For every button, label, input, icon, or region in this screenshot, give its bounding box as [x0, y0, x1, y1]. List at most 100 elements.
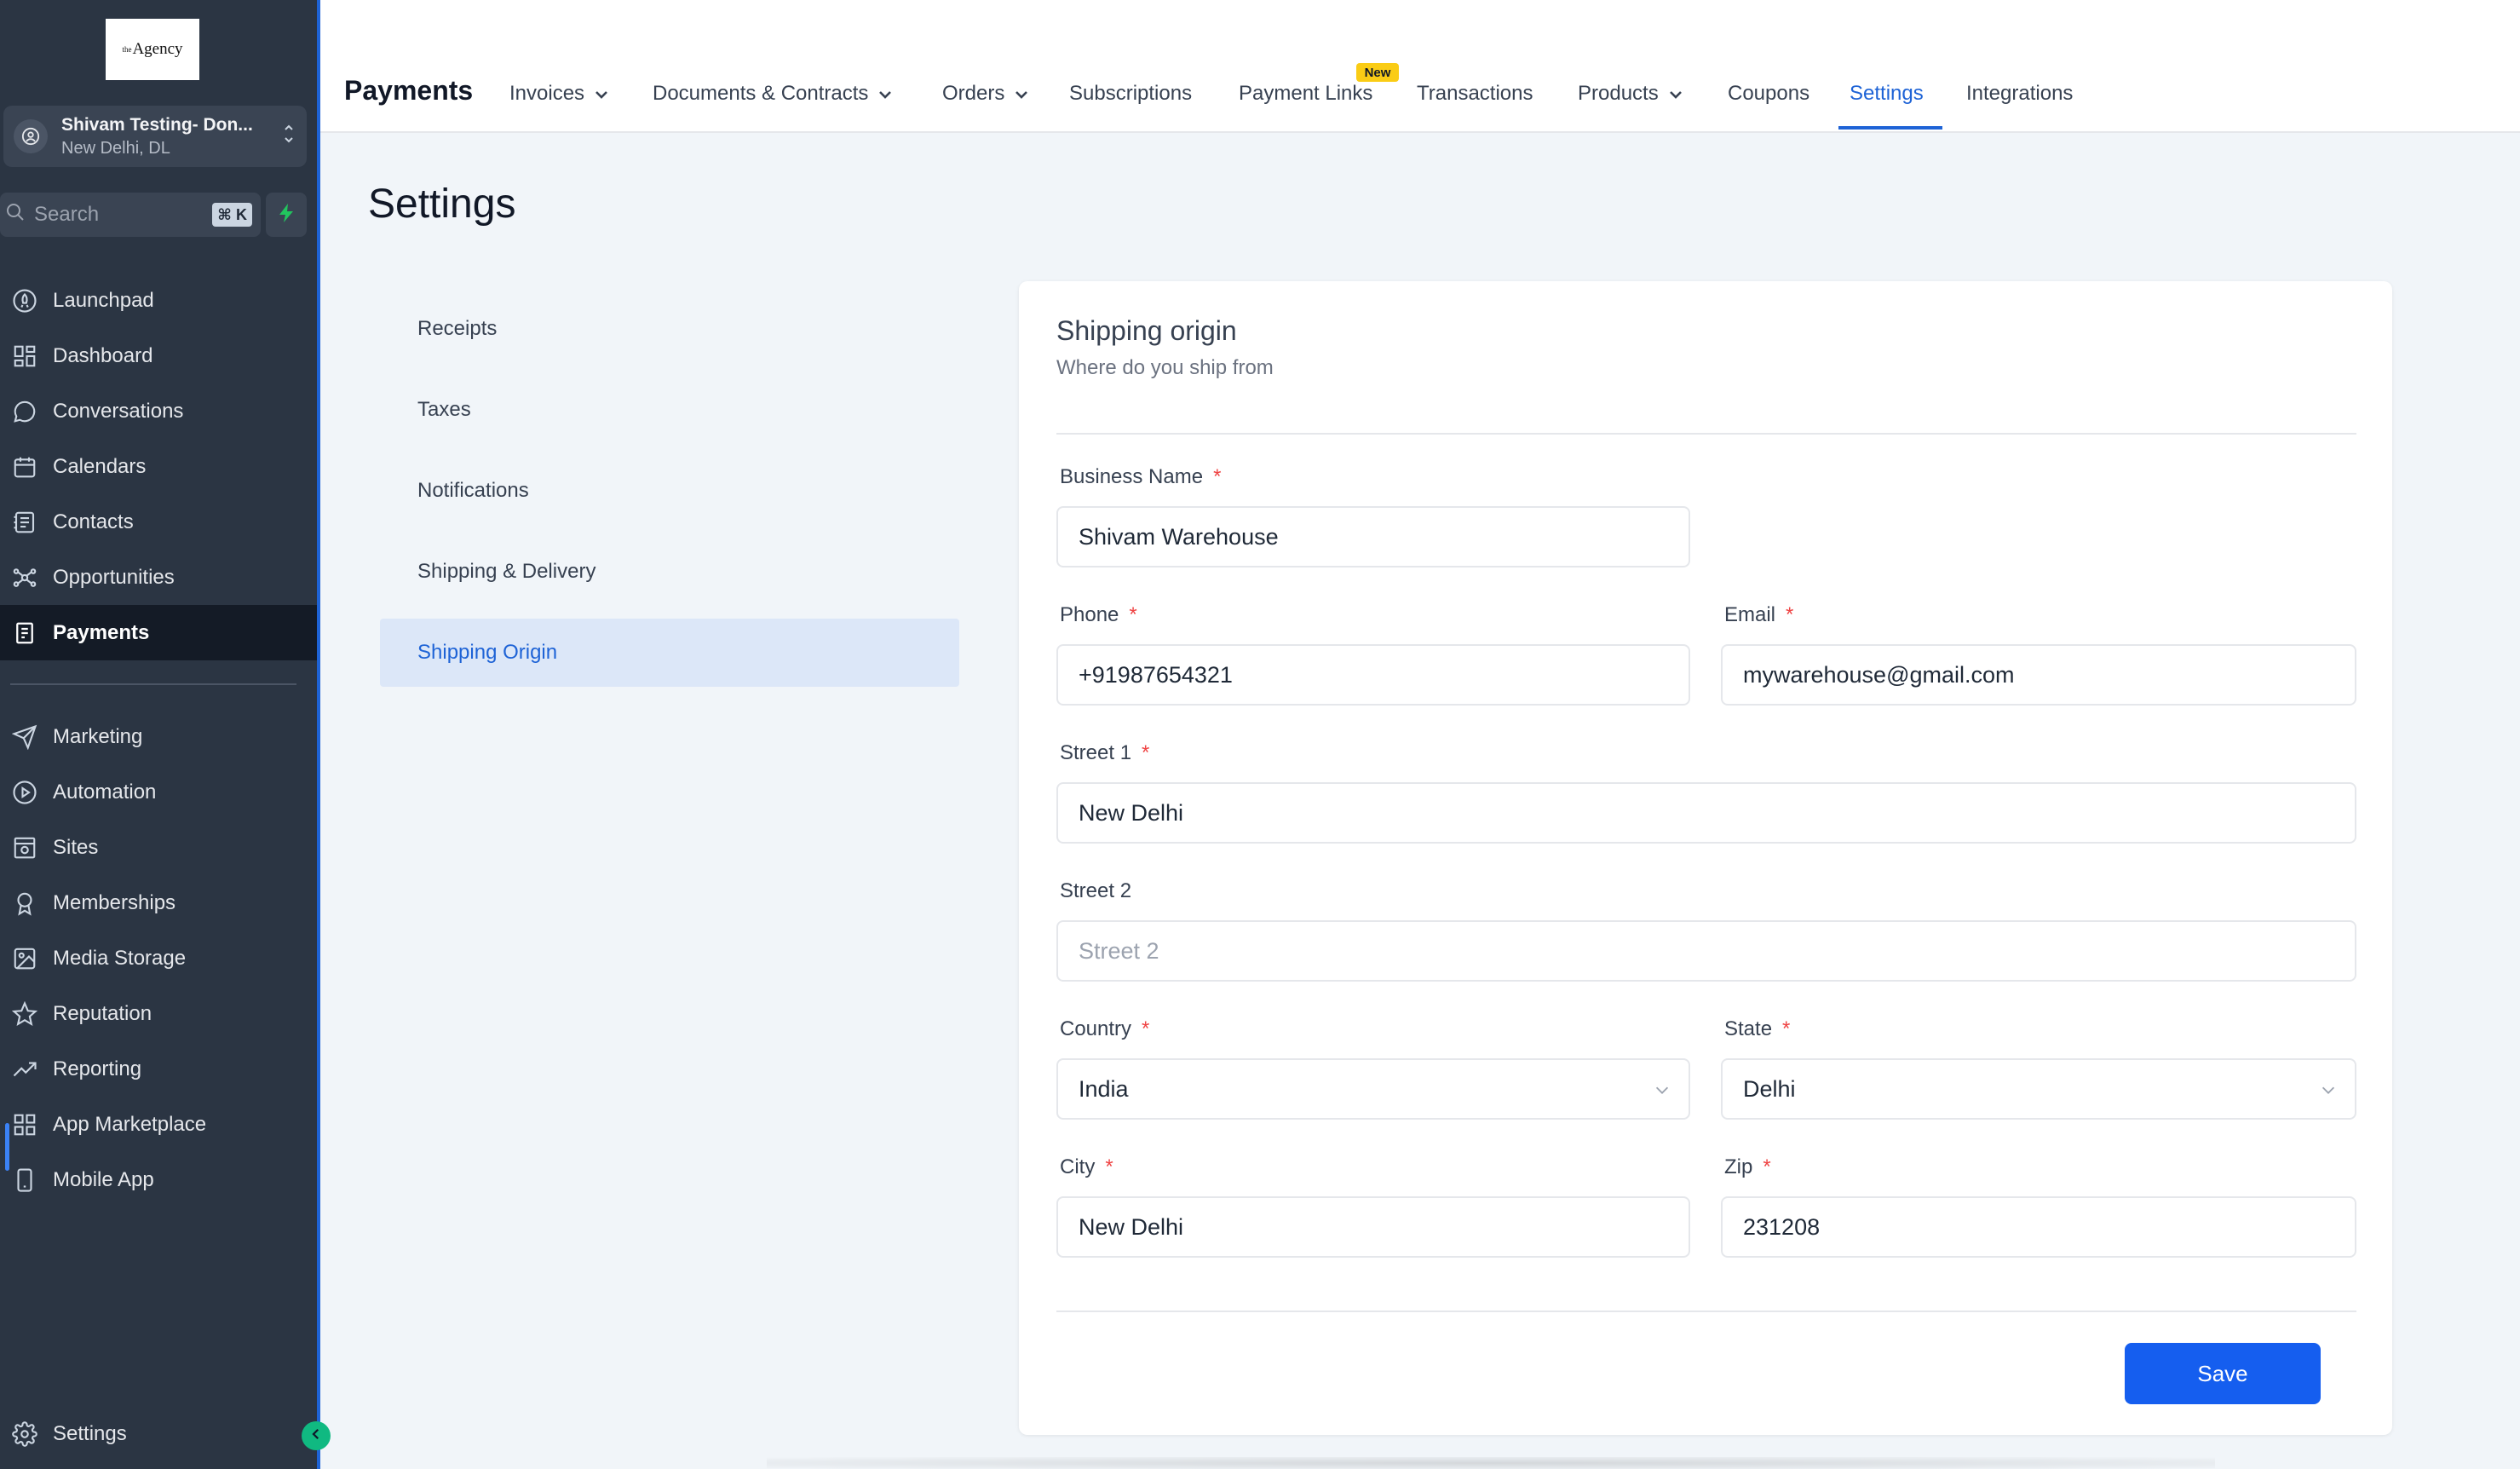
tab-invoices[interactable]: Invoices — [509, 82, 608, 106]
chevron-down-icon — [1653, 1079, 1671, 1105]
trend-icon — [10, 1055, 39, 1084]
sidebar-item-media-storage[interactable]: Media Storage — [0, 930, 317, 986]
country-label: Country * — [1060, 1017, 1149, 1041]
sidebar-item-automation[interactable]: Automation — [0, 764, 317, 820]
tab-transactions[interactable]: Transactions — [1417, 82, 1533, 106]
sidebar-item-settings[interactable]: Settings — [0, 1406, 317, 1461]
sidebar-item-label: Payments — [53, 620, 150, 644]
sidebar-item-calendars[interactable]: Calendars — [0, 439, 317, 494]
module-title: Payments — [344, 75, 474, 106]
settings-nav-taxes[interactable]: Taxes — [380, 376, 959, 444]
required-mark: * — [1142, 741, 1150, 764]
sidebar-item-label: Conversations — [53, 399, 184, 423]
tab-label: Settings — [1850, 82, 1924, 105]
street1-label: Street 1 * — [1060, 741, 1149, 765]
street1-input[interactable]: New Delhi — [1056, 782, 2356, 844]
quick-actions-button[interactable] — [266, 193, 307, 237]
tab-subscriptions[interactable]: Subscriptions — [1069, 82, 1192, 106]
chevron-left-icon — [308, 1426, 324, 1446]
settings-nav-receipts[interactable]: Receipts — [380, 295, 959, 363]
settings-nav-shipping-delivery[interactable]: Shipping & Delivery — [380, 538, 959, 606]
sidebar-item-memberships[interactable]: Memberships — [0, 875, 317, 930]
sidebar-item-marketing[interactable]: Marketing — [0, 709, 317, 764]
top-navigation: Payments Invoices Documents & Contracts … — [320, 0, 2520, 133]
sidebar-item-contacts[interactable]: Contacts — [0, 494, 317, 550]
location-name: Shivam Testing- Don... — [61, 114, 253, 135]
sidebar-item-mobile-app[interactable]: Mobile App — [0, 1152, 317, 1207]
logo-prefix: the — [122, 45, 132, 54]
sidebar-item-opportunities[interactable]: Opportunities — [0, 550, 317, 605]
street2-input[interactable]: Street 2 — [1056, 920, 2356, 982]
zip-label: Zip * — [1724, 1155, 1771, 1179]
settings-nav-notifications[interactable]: Notifications — [380, 457, 959, 525]
collapse-sidebar-button[interactable] — [302, 1421, 331, 1450]
tab-payment-links[interactable]: Payment Links — [1239, 82, 1372, 106]
tab-label: Coupons — [1728, 82, 1810, 105]
sidebar-search[interactable]: Search ⌘ K — [0, 193, 261, 237]
location-switcher[interactable]: Shivam Testing- Don... New Delhi, DL — [3, 106, 307, 167]
state-value: Delhi — [1743, 1075, 1796, 1102]
sidebar-item-reporting[interactable]: Reporting — [0, 1041, 317, 1097]
opportunities-icon — [10, 563, 39, 592]
phone-icon — [10, 1166, 39, 1195]
tab-settings[interactable]: Settings — [1850, 82, 1924, 106]
chevron-down-icon — [2319, 1079, 2338, 1105]
city-input[interactable]: New Delhi — [1056, 1196, 1690, 1258]
label-text: Phone — [1060, 603, 1119, 626]
tab-documents-contracts[interactable]: Documents & Contracts — [653, 82, 892, 106]
gear-icon — [10, 1420, 39, 1449]
tab-label: Invoices — [509, 82, 585, 105]
sidebar-item-app-marketplace[interactable]: App Marketplace — [0, 1097, 317, 1152]
logo-text: Agency — [132, 40, 183, 58]
badge-icon — [10, 889, 39, 918]
phone-input[interactable]: +91987654321 — [1056, 644, 1690, 706]
email-input[interactable]: mywarehouse@gmail.com — [1721, 644, 2356, 706]
save-button[interactable]: Save — [2125, 1343, 2321, 1404]
sidebar-item-reputation[interactable]: Reputation — [0, 986, 317, 1041]
scroll-shadow — [767, 1457, 2215, 1469]
sidebar-nav-primary: Launchpad Dashboard Conversations Calend… — [0, 273, 317, 660]
country-select[interactable]: India — [1056, 1058, 1690, 1120]
sidebar-item-label: Opportunities — [53, 565, 175, 589]
location-user-icon — [14, 119, 48, 153]
image-icon — [10, 944, 39, 973]
sidebar-item-launchpad[interactable]: Launchpad — [0, 273, 317, 328]
tab-products[interactable]: Products — [1578, 82, 1683, 106]
sidebar-item-dashboard[interactable]: Dashboard — [0, 328, 317, 383]
tab-label: Transactions — [1417, 82, 1533, 105]
label-text: Street 1 — [1060, 741, 1132, 764]
settings-nav-shipping-origin[interactable]: Shipping Origin — [380, 619, 959, 687]
tab-label: Orders — [942, 82, 1005, 105]
state-select[interactable]: Delhi — [1721, 1058, 2356, 1120]
active-tab-indicator — [1838, 126, 1942, 130]
sidebar-item-label: Reputation — [53, 1001, 152, 1025]
new-badge: New — [1356, 63, 1399, 82]
sidebar-item-payments[interactable]: Payments — [0, 605, 317, 660]
zip-input[interactable]: 231208 — [1721, 1196, 2356, 1258]
business-name-input[interactable]: Shivam Warehouse — [1056, 506, 1690, 567]
sidebar-scroll-indicator — [5, 1123, 9, 1171]
tab-coupons[interactable]: Coupons — [1728, 82, 1809, 106]
contacts-icon — [10, 508, 39, 537]
card-subtitle: Where do you ship from — [1056, 356, 1274, 379]
sidebar-item-label: Settings — [53, 1421, 127, 1445]
tab-orders[interactable]: Orders — [942, 82, 1028, 106]
agency-logo[interactable]: the Agency — [106, 19, 199, 80]
location-city: New Delhi, DL — [61, 138, 170, 158]
city-label: City * — [1060, 1155, 1113, 1179]
sidebar-item-label: Mobile App — [53, 1167, 154, 1191]
search-icon — [5, 202, 26, 228]
sidebar-item-sites[interactable]: Sites — [0, 820, 317, 875]
sidebar-item-conversations[interactable]: Conversations — [0, 383, 317, 439]
required-mark: * — [1129, 603, 1137, 626]
street2-label: Street 2 — [1060, 879, 1131, 903]
sidebar-item-label: Marketing — [53, 724, 143, 748]
page-title: Settings — [368, 181, 516, 227]
required-mark: * — [1105, 1155, 1113, 1178]
sidebar-divider — [10, 683, 296, 685]
sites-icon — [10, 833, 39, 862]
grid-icon — [10, 1110, 39, 1139]
sidebar-item-label: Launchpad — [53, 288, 154, 312]
sidebar-item-label: Sites — [53, 835, 99, 859]
tab-integrations[interactable]: Integrations — [1966, 82, 2073, 106]
